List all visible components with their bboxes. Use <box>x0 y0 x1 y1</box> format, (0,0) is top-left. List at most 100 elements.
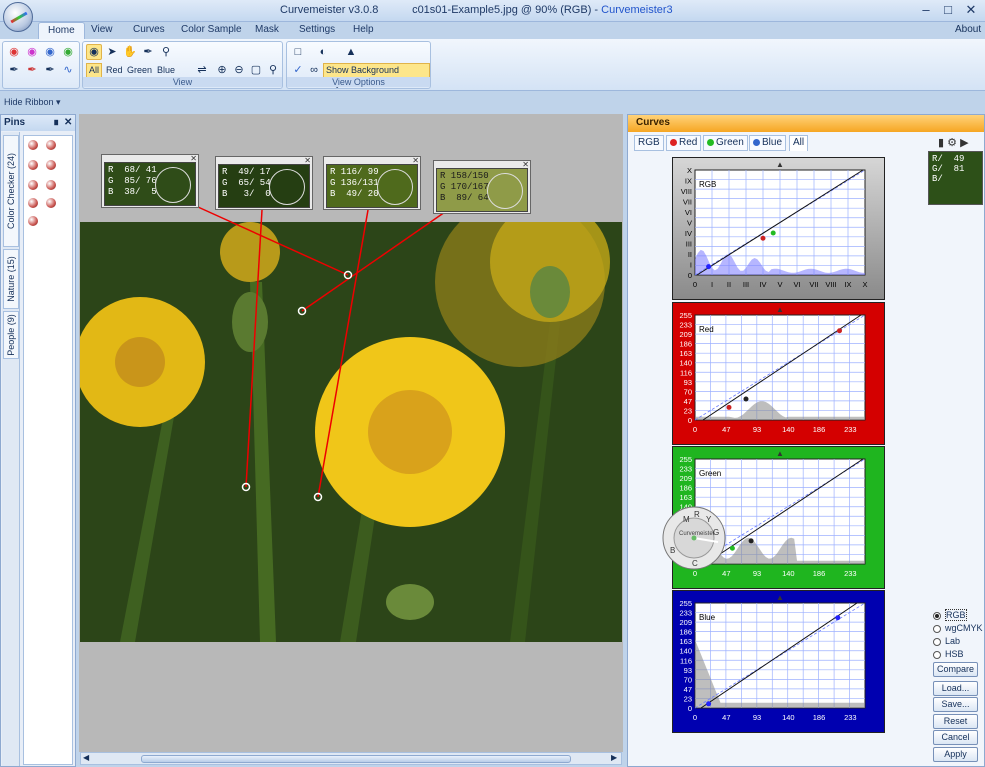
x-tick-label: V <box>777 280 782 289</box>
y-tick-label: IX <box>685 177 692 186</box>
panel-arrow-icon: ▲ <box>776 449 784 458</box>
curve-graph-blue[interactable]: Blue2552332091861631401169370472300 47 93 1… <box>673 591 884 732</box>
curve-point <box>770 230 776 236</box>
red-dot-icon <box>670 138 677 146</box>
close-button[interactable]: ✕ <box>960 2 982 19</box>
sampler-b: B 38/ 5 <box>108 187 157 197</box>
y-tick-label: 163 <box>679 637 692 646</box>
load-button[interactable]: Load... <box>933 681 978 696</box>
y-tick-label: 186 <box>679 340 692 349</box>
y-tick-label: 23 <box>684 406 692 415</box>
curves-header: Curves <box>628 115 984 132</box>
x-tick-label: VI <box>793 280 800 289</box>
sampler-g: G 170/167 <box>440 182 489 192</box>
y-tick-label: 23 <box>684 694 692 703</box>
sample-connector-lines <box>197 206 446 502</box>
color-wheel-widget[interactable]: M R Y G C B Curvemeister <box>661 505 727 571</box>
mode-label: Lab <box>945 636 961 646</box>
y-tick-label: 70 <box>684 387 692 396</box>
mode-radio-rgb[interactable]: RGB <box>933 609 967 621</box>
about-link[interactable]: About <box>955 24 981 35</box>
y-tick-label: 116 <box>680 368 692 377</box>
sampler-b: B 49/ 20 <box>330 189 379 199</box>
wheel-label: Curvemeister <box>679 531 715 537</box>
y-tick-label: 233 <box>679 465 692 474</box>
color-sampler-4[interactable]: ✕ R 158/150 G 170/167 B 89/ 64 <box>433 160 531 214</box>
blue-dot-icon <box>753 138 760 146</box>
y-tick-label: 209 <box>679 330 692 339</box>
y-tick-label: VII <box>683 198 692 207</box>
y-tick-label: 255 <box>679 455 692 464</box>
curves-tab-all[interactable]: All <box>789 135 809 151</box>
curve-point <box>726 404 732 410</box>
x-tick-label: 0 <box>693 280 697 289</box>
color-sampler-1[interactable]: ✕ R 68/ 41 G 85/ 76 B 38/ 5 <box>101 154 199 208</box>
curve-graph-rgb[interactable]: RGBXIXVIIIVIIVIVIVIIIIII00 I II III IV V VI VII… <box>673 158 884 299</box>
x-tick-label: 186 <box>813 425 826 434</box>
radio-icon <box>933 650 941 659</box>
cancel-button[interactable]: Cancel <box>933 730 978 745</box>
curves-tab-label: Blue <box>762 137 783 148</box>
y-tick-label: 47 <box>684 685 692 694</box>
y-tick-label: II <box>688 250 692 259</box>
x-tick-label: IV <box>759 280 766 289</box>
curve-panel-rgb: RGB X IX VIII VII VI V IV III II I 0 0 I II III IV V VI VII… <box>672 157 885 300</box>
panel-arrow-icon: ▲ <box>776 160 784 169</box>
mode-label: wgCMYK <box>945 623 983 633</box>
y-tick-label: 93 <box>684 666 692 675</box>
y-tick-label: 233 <box>679 609 692 618</box>
x-tick-label: 93 <box>753 425 761 434</box>
folder-icon[interactable]: ▮ <box>938 137 944 149</box>
curve-point <box>760 235 766 241</box>
save-button[interactable]: Save... <box>933 697 978 712</box>
mode-label: RGB <box>945 609 967 621</box>
reset-button[interactable]: Reset <box>933 714 978 729</box>
mode-radio-hsb[interactable]: HSB <box>933 649 964 659</box>
y-tick-label: 255 <box>679 599 692 608</box>
sampler-values: R 158/150 G 170/167 B 89/ 64 <box>440 171 489 204</box>
curve-graph-red[interactable]: Red2552332091861631401169370472300 47 93 14… <box>673 303 884 444</box>
panel-arrow-icon: ▲ <box>776 305 784 314</box>
color-sampler-3[interactable]: ✕ R 116/ 99 G 136/131 B 49/ 20 <box>323 156 421 210</box>
x-tick-label: 140 <box>782 569 795 578</box>
y-tick-label: 116 <box>680 656 692 665</box>
mode-radio-lab[interactable]: Lab <box>933 636 960 646</box>
minimize-button[interactable]: – <box>915 2 937 19</box>
curve-point <box>748 538 754 544</box>
x-tick-label: 233 <box>844 713 857 722</box>
curve-point <box>743 396 749 402</box>
curves-tab-blue[interactable]: Blue <box>749 135 787 151</box>
mini-sampler-values: R/ 49 G/ 81 B/ <box>932 154 965 184</box>
mode-radio-wgcmyk[interactable]: wgCMYK <box>933 623 983 633</box>
mini-sampler[interactable]: R/ 49 G/ 81 B/ <box>928 151 983 205</box>
curves-tab-rgb[interactable]: RGB <box>634 135 664 151</box>
sampler-color-dial-icon <box>269 169 305 205</box>
wrench-icon[interactable]: ⚙ <box>947 137 957 149</box>
play-icon[interactable]: ▶ <box>960 137 968 149</box>
sampler-g: G 136/131 <box>330 178 379 188</box>
x-tick-label: 233 <box>844 425 857 434</box>
y-tick-label: 163 <box>679 493 692 502</box>
apply-button[interactable]: Apply <box>933 747 978 762</box>
sampler-swatch: R 158/150 G 170/167 B 89/ 64 <box>436 168 528 212</box>
radio-icon <box>933 637 941 646</box>
sampler-b: B 89/ 64 <box>440 193 489 203</box>
y-tick-label: I <box>690 261 692 270</box>
curves-tab-green[interactable]: Green <box>703 135 748 151</box>
compare-button[interactable]: Compare <box>933 662 978 677</box>
sampler-r: R 68/ 41 <box>108 165 157 175</box>
panel-label: Blue <box>699 613 716 622</box>
color-sampler-2[interactable]: ✕ R 49/ 17 G 65/ 54 B 3/ 0 <box>215 156 313 210</box>
x-tick-label: 0 <box>693 713 697 722</box>
panel-label: Red <box>699 325 714 334</box>
curve-point <box>706 264 712 270</box>
sampler-values: R 68/ 41 G 85/ 76 B 38/ 5 <box>108 165 157 198</box>
curves-toolbar-icons: ▮ ⚙ ▶ <box>938 136 969 149</box>
maximize-button[interactable]: □ <box>937 2 959 19</box>
curves-tab-red[interactable]: Red <box>666 135 702 151</box>
x-tick-label: 233 <box>844 569 857 578</box>
sampler-g: G 85/ 76 <box>108 176 157 186</box>
sampler-color-dial-icon <box>155 167 191 203</box>
y-tick-label: 163 <box>679 349 692 358</box>
x-tick-label: 186 <box>813 569 826 578</box>
